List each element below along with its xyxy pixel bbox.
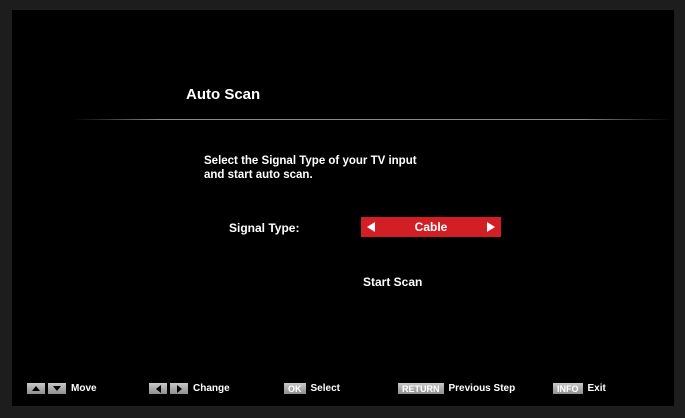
hint-exit-label: Exit — [587, 383, 606, 394]
ok-key: OK — [284, 383, 306, 394]
hint-move: Move — [27, 383, 97, 394]
hint-change: Change — [149, 383, 230, 394]
tv-menu-screen: Auto Scan Select the Signal Type of your… — [12, 10, 674, 406]
instructions-text: Select the Signal Type of your TV input … — [204, 154, 417, 182]
hint-change-label: Change — [193, 383, 230, 394]
hint-previous: RETURN Previous Step — [398, 383, 515, 394]
info-key: INFO — [553, 383, 583, 394]
page-title: Auto Scan — [186, 86, 261, 103]
right-arrow-icon[interactable] — [487, 222, 495, 232]
return-key: RETURN — [398, 383, 444, 394]
instruction-line-1: Select the Signal Type of your TV input — [204, 155, 417, 167]
signal-type-selector[interactable]: Cable — [361, 217, 501, 237]
down-key-icon — [48, 383, 66, 394]
right-key-icon — [170, 383, 188, 394]
hint-select: OK Select — [284, 383, 340, 394]
hint-exit: INFO Exit — [553, 383, 606, 394]
left-arrow-icon[interactable] — [367, 222, 375, 232]
title-divider — [72, 119, 672, 120]
instruction-line-2: and start auto scan. — [204, 169, 313, 181]
signal-type-label: Signal Type: — [229, 221, 300, 235]
hint-select-label: Select — [310, 383, 340, 394]
up-key-icon — [27, 383, 45, 394]
start-scan-button[interactable]: Start Scan — [363, 275, 422, 289]
hint-previous-label: Previous Step — [448, 383, 516, 394]
hint-move-label: Move — [71, 383, 97, 394]
signal-type-value: Cable — [414, 220, 448, 234]
left-key-icon — [149, 383, 167, 394]
